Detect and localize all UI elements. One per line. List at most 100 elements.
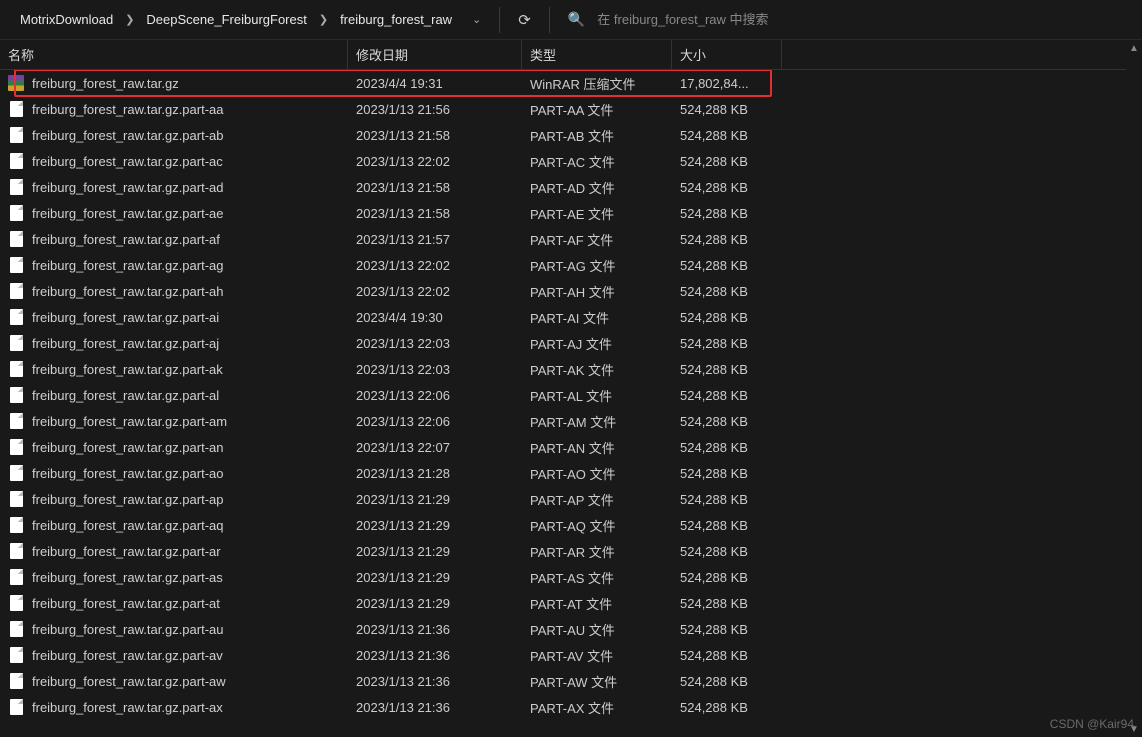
- file-name-cell[interactable]: freiburg_forest_raw.tar.gz.part-ar: [0, 543, 348, 559]
- file-name: freiburg_forest_raw.tar.gz.part-aj: [32, 336, 219, 351]
- header-date[interactable]: 修改日期: [348, 40, 522, 69]
- file-row[interactable]: freiburg_forest_raw.tar.gz.part-at2023/1…: [0, 590, 1142, 616]
- file-size: 524,288 KB: [672, 440, 782, 455]
- search-input[interactable]: [597, 12, 1128, 27]
- file-date: 2023/1/13 21:36: [348, 622, 522, 637]
- file-row[interactable]: freiburg_forest_raw.tar.gz.part-ax2023/1…: [0, 694, 1142, 720]
- file-row[interactable]: freiburg_forest_raw.tar.gz.part-ao2023/1…: [0, 460, 1142, 486]
- scroll-up-icon[interactable]: ▲: [1126, 40, 1142, 56]
- file-row[interactable]: freiburg_forest_raw.tar.gz.part-av2023/1…: [0, 642, 1142, 668]
- file-icon: [8, 517, 24, 533]
- file-list[interactable]: freiburg_forest_raw.tar.gz2023/4/4 19:31…: [0, 70, 1142, 737]
- file-row[interactable]: freiburg_forest_raw.tar.gz.part-ai2023/4…: [0, 304, 1142, 330]
- breadcrumb-item[interactable]: MotrixDownload: [14, 8, 119, 31]
- file-row[interactable]: freiburg_forest_raw.tar.gz.part-ar2023/1…: [0, 538, 1142, 564]
- file-row[interactable]: freiburg_forest_raw.tar.gz.part-ak2023/1…: [0, 356, 1142, 382]
- file-name-cell[interactable]: freiburg_forest_raw.tar.gz.part-af: [0, 231, 348, 247]
- file-size: 524,288 KB: [672, 700, 782, 715]
- file-date: 2023/1/13 21:36: [348, 648, 522, 663]
- file-row[interactable]: freiburg_forest_raw.tar.gz.part-ah2023/1…: [0, 278, 1142, 304]
- file-row[interactable]: freiburg_forest_raw.tar.gz.part-an2023/1…: [0, 434, 1142, 460]
- file-name-cell[interactable]: freiburg_forest_raw.tar.gz.part-au: [0, 621, 348, 637]
- file-size: 524,288 KB: [672, 414, 782, 429]
- file-icon: [8, 127, 24, 143]
- file-row[interactable]: freiburg_forest_raw.tar.gz.part-ad2023/1…: [0, 174, 1142, 200]
- refresh-icon[interactable]: ⟳: [504, 11, 545, 29]
- file-row[interactable]: freiburg_forest_raw.tar.gz.part-ab2023/1…: [0, 122, 1142, 148]
- file-name-cell[interactable]: freiburg_forest_raw.tar.gz.part-ak: [0, 361, 348, 377]
- file-size: 524,288 KB: [672, 648, 782, 663]
- breadcrumb-item[interactable]: freiburg_forest_raw: [334, 8, 458, 31]
- file-name: freiburg_forest_raw.tar.gz.part-ax: [32, 700, 223, 715]
- file-row[interactable]: freiburg_forest_raw.tar.gz.part-aa2023/1…: [0, 96, 1142, 122]
- file-row[interactable]: freiburg_forest_raw.tar.gz.part-ac2023/1…: [0, 148, 1142, 174]
- file-name-cell[interactable]: freiburg_forest_raw.tar.gz.part-ae: [0, 205, 348, 221]
- file-date: 2023/1/13 21:29: [348, 518, 522, 533]
- file-name-cell[interactable]: freiburg_forest_raw.tar.gz.part-ai: [0, 309, 348, 325]
- file-date: 2023/1/13 22:03: [348, 336, 522, 351]
- file-size: 524,288 KB: [672, 206, 782, 221]
- file-type: PART-AL 文件: [522, 386, 672, 405]
- search-box[interactable]: 🔍: [554, 11, 1142, 28]
- file-name-cell[interactable]: freiburg_forest_raw.tar.gz.part-ad: [0, 179, 348, 195]
- chevron-down-icon[interactable]: ⌄: [458, 13, 495, 26]
- file-date: 2023/1/13 22:06: [348, 414, 522, 429]
- header-size[interactable]: 大小: [672, 40, 782, 69]
- file-name-cell[interactable]: freiburg_forest_raw.tar.gz.part-ab: [0, 127, 348, 143]
- file-name-cell[interactable]: freiburg_forest_raw.tar.gz.part-aq: [0, 517, 348, 533]
- file-name-cell[interactable]: freiburg_forest_raw.tar.gz.part-ag: [0, 257, 348, 273]
- file-size: 524,288 KB: [672, 674, 782, 689]
- breadcrumb-item[interactable]: DeepScene_FreiburgForest: [140, 8, 312, 31]
- file-type: PART-AI 文件: [522, 308, 672, 327]
- file-row[interactable]: freiburg_forest_raw.tar.gz.part-as2023/1…: [0, 564, 1142, 590]
- file-type: PART-AA 文件: [522, 100, 672, 119]
- file-row[interactable]: freiburg_forest_raw.tar.gz.part-aj 2023/1…: [0, 330, 1142, 356]
- file-type: PART-AM 文件: [522, 412, 672, 431]
- file-row[interactable]: freiburg_forest_raw.tar.gz.part-aw2023/1…: [0, 668, 1142, 694]
- file-row[interactable]: freiburg_forest_raw.tar.gz.part-ag2023/1…: [0, 252, 1142, 278]
- file-name-cell[interactable]: freiburg_forest_raw.tar.gz.part-aj: [0, 335, 348, 351]
- file-name: freiburg_forest_raw.tar.gz.part-ab: [32, 128, 224, 143]
- file-name-cell[interactable]: freiburg_forest_raw.tar.gz.part-ax: [0, 699, 348, 715]
- file-name-cell[interactable]: freiburg_forest_raw.tar.gz.part-ah: [0, 283, 348, 299]
- file-icon: [8, 647, 24, 663]
- chevron-right-icon: ❯: [313, 13, 334, 26]
- file-type: PART-AR 文件: [522, 542, 672, 561]
- file-name-cell[interactable]: freiburg_forest_raw.tar.gz.part-am: [0, 413, 348, 429]
- file-row[interactable]: freiburg_forest_raw.tar.gz.part-am2023/1…: [0, 408, 1142, 434]
- header-type[interactable]: 类型: [522, 40, 672, 69]
- file-name-cell[interactable]: freiburg_forest_raw.tar.gz.part-ao: [0, 465, 348, 481]
- file-row[interactable]: freiburg_forest_raw.tar.gz2023/4/4 19:31…: [0, 70, 1142, 96]
- file-name-cell[interactable]: freiburg_forest_raw.tar.gz.part-ac: [0, 153, 348, 169]
- file-icon: [8, 621, 24, 637]
- file-size: 524,288 KB: [672, 310, 782, 325]
- file-type: PART-AX 文件: [522, 698, 672, 717]
- file-row[interactable]: freiburg_forest_raw.tar.gz.part-ap2023/1…: [0, 486, 1142, 512]
- file-icon: [8, 699, 24, 715]
- file-name-cell[interactable]: freiburg_forest_raw.tar.gz.part-at: [0, 595, 348, 611]
- file-size: 524,288 KB: [672, 154, 782, 169]
- file-name-cell[interactable]: freiburg_forest_raw.tar.gz: [0, 75, 348, 91]
- file-name-cell[interactable]: freiburg_forest_raw.tar.gz.part-al: [0, 387, 348, 403]
- file-row[interactable]: freiburg_forest_raw.tar.gz.part-au2023/1…: [0, 616, 1142, 642]
- file-date: 2023/1/13 21:57: [348, 232, 522, 247]
- header-name[interactable]: 名称: [0, 40, 348, 69]
- file-icon: [8, 361, 24, 377]
- file-icon: [8, 595, 24, 611]
- file-name-cell[interactable]: freiburg_forest_raw.tar.gz.part-an: [0, 439, 348, 455]
- file-row[interactable]: freiburg_forest_raw.tar.gz.part-af2023/1…: [0, 226, 1142, 252]
- file-name-cell[interactable]: freiburg_forest_raw.tar.gz.part-ap: [0, 491, 348, 507]
- vertical-scrollbar[interactable]: ▲ ▼: [1126, 40, 1142, 737]
- file-name-cell[interactable]: freiburg_forest_raw.tar.gz.part-as: [0, 569, 348, 585]
- file-icon: [8, 491, 24, 507]
- file-name-cell[interactable]: freiburg_forest_raw.tar.gz.part-aw: [0, 673, 348, 689]
- file-icon: [8, 543, 24, 559]
- file-row[interactable]: freiburg_forest_raw.tar.gz.part-aq2023/1…: [0, 512, 1142, 538]
- file-row[interactable]: freiburg_forest_raw.tar.gz.part-ae2023/1…: [0, 200, 1142, 226]
- file-row[interactable]: freiburg_forest_raw.tar.gz.part-al2023/1…: [0, 382, 1142, 408]
- file-name-cell[interactable]: freiburg_forest_raw.tar.gz.part-av: [0, 647, 348, 663]
- file-name-cell[interactable]: freiburg_forest_raw.tar.gz.part-aa: [0, 101, 348, 117]
- file-type: PART-AU 文件: [522, 620, 672, 639]
- file-name: freiburg_forest_raw.tar.gz.part-ac: [32, 154, 223, 169]
- file-size: 524,288 KB: [672, 232, 782, 247]
